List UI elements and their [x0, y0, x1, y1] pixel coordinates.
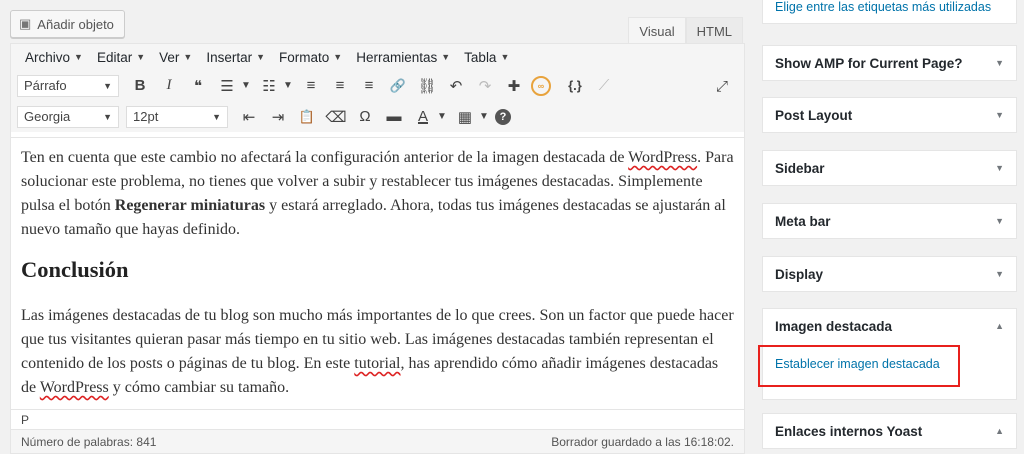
- box-display[interactable]: Display ▼: [762, 256, 1017, 292]
- outdent-icon[interactable]: ⇤: [237, 105, 261, 129]
- heading-conclusion: Conclusión: [21, 257, 129, 282]
- blockquote-icon[interactable]: ❝: [186, 74, 210, 98]
- caret-icon: ▼: [136, 52, 146, 62]
- menu-herramientas[interactable]: Herramientas ▼: [350, 50, 456, 65]
- add-media-label: Añadir objeto: [37, 16, 114, 32]
- format-select[interactable]: Párrafo ▼: [17, 74, 119, 97]
- tab-html[interactable]: HTML: [685, 17, 743, 44]
- font-size-select[interactable]: 12pt ▼: [126, 105, 228, 128]
- chevron-down-icon[interactable]: ▼: [436, 105, 448, 129]
- wp-more-icon[interactable]: ▬: [382, 105, 406, 129]
- menu-tabla[interactable]: Tabla ▼: [458, 50, 515, 65]
- box-featured-image[interactable]: Imagen destacada ▲: [762, 308, 1017, 344]
- tab-visual[interactable]: Visual: [628, 17, 686, 44]
- highlight-box: [758, 345, 960, 387]
- chevron-down-icon[interactable]: ▼: [478, 105, 490, 129]
- chevron-down-icon: ▼: [103, 111, 112, 122]
- menu-archivo[interactable]: Archivo ▼: [19, 50, 89, 65]
- numbered-list-icon[interactable]: ☷: [257, 74, 281, 98]
- media-icon: ▣: [19, 16, 32, 31]
- menubar: Archivo ▼ Editar ▼ Ver ▼ Insertar ▼ Formato ▼…: [11, 44, 744, 70]
- box-meta-bar[interactable]: Meta bar ▼: [762, 203, 1017, 239]
- paragraph: Las imágenes destacadas de tu blog son m…: [21, 307, 734, 396]
- chevron-down-icon[interactable]: ▼: [995, 269, 1004, 279]
- redo-icon[interactable]: ↷: [473, 74, 497, 98]
- add-media-button[interactable]: ▣ Añadir objeto: [10, 10, 125, 38]
- box-sidebar[interactable]: Sidebar ▼: [762, 150, 1017, 186]
- bold-icon[interactable]: B: [128, 74, 152, 98]
- eraser-icon[interactable]: ⌫: [324, 105, 348, 129]
- font-family-select[interactable]: Georgia ▼: [17, 105, 119, 128]
- text-color-icon[interactable]: A: [411, 105, 435, 129]
- status-bar: Número de palabras: 841 Borrador guardad…: [11, 429, 744, 453]
- help-icon[interactable]: ?: [495, 108, 511, 125]
- align-right-icon[interactable]: ≡: [357, 74, 381, 98]
- caret-icon: ▼: [74, 52, 83, 62]
- undo-icon[interactable]: ↶: [444, 74, 468, 98]
- chevron-up-icon[interactable]: ▲: [995, 426, 1004, 436]
- caret-icon: ▼: [256, 52, 266, 62]
- caret-icon: ▼: [183, 52, 193, 62]
- align-left-icon[interactable]: ≡: [299, 74, 323, 98]
- toolbar-primary: Párrafo ▼ B I ❝ ☰ ▼ ☷ ▼ ≡ ≡ ≡ 🔗 ⛓ ↶ ↷ ✚ ∞…: [11, 70, 744, 101]
- code-brackets-icon[interactable]: {.}: [563, 74, 587, 98]
- element-path: P: [11, 409, 744, 429]
- box-post-layout[interactable]: Post Layout ▼: [762, 97, 1017, 133]
- omega-icon[interactable]: Ω: [353, 105, 377, 129]
- chevron-down-icon: ▼: [212, 111, 221, 122]
- orange-circle-icon[interactable]: ∞: [531, 75, 551, 96]
- caret-icon: ▼: [500, 52, 510, 62]
- fullscreen-icon[interactable]: ⤢: [710, 74, 734, 98]
- caret-icon: ▼: [333, 52, 343, 62]
- chevron-down-icon[interactable]: ▼: [995, 216, 1004, 226]
- chevron-down-icon[interactable]: ▼: [995, 110, 1004, 120]
- table-icon[interactable]: ▦: [453, 105, 477, 129]
- tag-cloud-link[interactable]: Elige entre las etiquetas más utilizadas: [775, 0, 991, 14]
- editor-tabs: Visual HTML: [628, 17, 743, 44]
- indent-icon[interactable]: ⇥: [266, 105, 290, 129]
- editor-content[interactable]: Ten en cuenta que este cambio no afectar…: [11, 137, 744, 409]
- menu-ver[interactable]: Ver ▼: [153, 50, 198, 65]
- menu-editar[interactable]: Editar ▼: [91, 50, 151, 65]
- chevron-down-icon: ▼: [103, 80, 112, 91]
- editor: Archivo ▼ Editar ▼ Ver ▼ Insertar ▼ Formato ▼…: [10, 43, 745, 454]
- paragraph: Ten en cuenta que este cambio no afectar…: [21, 149, 734, 238]
- menu-insertar[interactable]: Insertar ▼: [200, 50, 271, 65]
- unlink-icon[interactable]: ⛓: [415, 74, 439, 98]
- puzzle-icon[interactable]: ✚: [502, 74, 526, 98]
- box-show-amp[interactable]: Show AMP for Current Page? ▼: [762, 45, 1017, 81]
- disabled-code-icon[interactable]: ⟋: [592, 74, 616, 98]
- draft-saved: Borrador guardado a las 16:18:02.: [551, 434, 734, 449]
- paste-text-icon[interactable]: 📋: [295, 105, 319, 129]
- bullet-list-icon[interactable]: ☰: [215, 74, 239, 98]
- chevron-down-icon[interactable]: ▼: [995, 163, 1004, 173]
- align-center-icon[interactable]: ≡: [328, 74, 352, 98]
- toolbar-secondary: Georgia ▼ 12pt ▼ ⇤ ⇥ 📋 ⌫ Ω ▬ A ▼ ▦ ▼ ?: [11, 101, 744, 132]
- chevron-up-icon[interactable]: ▲: [995, 321, 1004, 331]
- box-yoast-internal-links[interactable]: Enlaces internos Yoast ▲: [762, 413, 1017, 449]
- word-count: Número de palabras: 841: [21, 434, 157, 449]
- chevron-down-icon[interactable]: ▼: [240, 74, 252, 98]
- chevron-down-icon[interactable]: ▼: [282, 74, 294, 98]
- chevron-down-icon[interactable]: ▼: [995, 58, 1004, 68]
- caret-icon: ▼: [441, 52, 451, 62]
- link-icon[interactable]: 🔗: [386, 74, 410, 98]
- menu-formato[interactable]: Formato ▼: [273, 50, 348, 65]
- italic-icon[interactable]: I: [157, 74, 181, 98]
